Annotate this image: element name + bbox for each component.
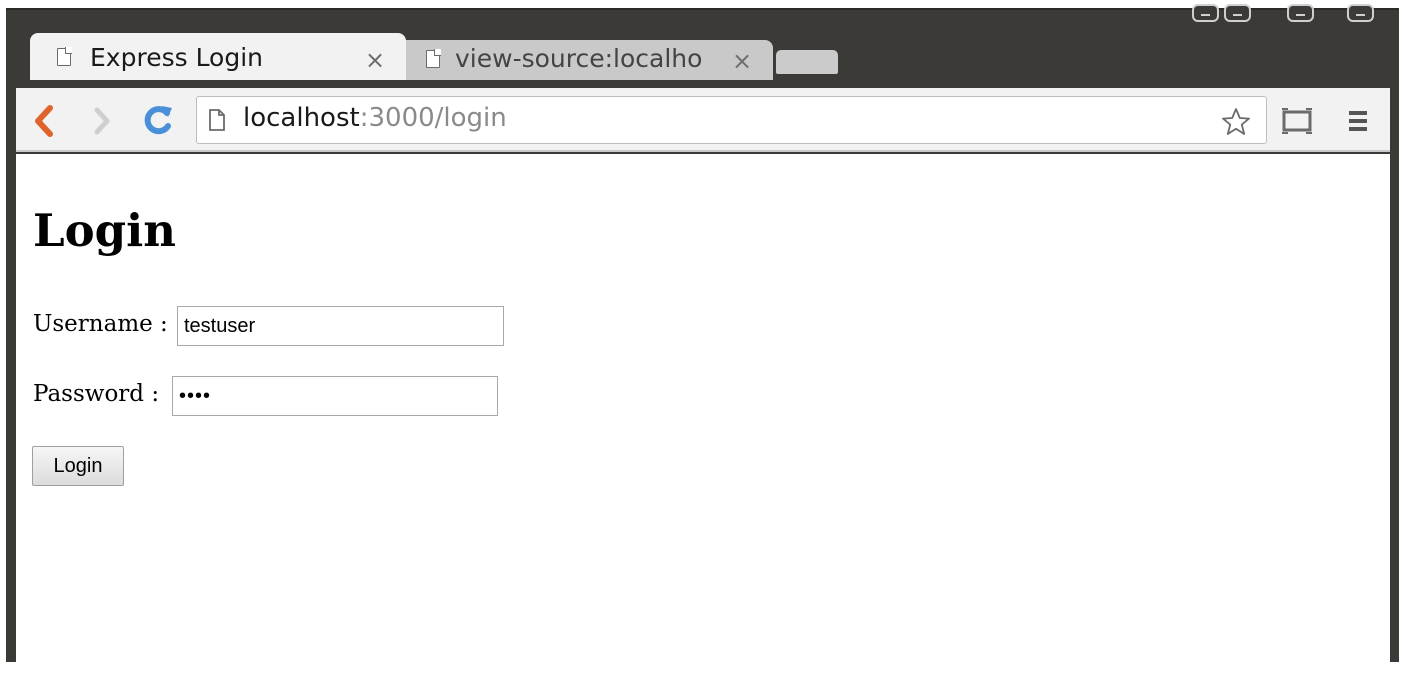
star-icon[interactable] xyxy=(1220,106,1252,138)
password-label: Password : xyxy=(33,381,160,407)
username-input[interactable] xyxy=(177,306,504,346)
tab-view-source[interactable]: view-source:localho × xyxy=(399,40,773,80)
forward-arrow-icon[interactable] xyxy=(90,106,114,136)
tab-title: Express Login xyxy=(90,43,264,72)
window-minimize-button[interactable] xyxy=(1192,4,1219,22)
url-host: localhost xyxy=(243,103,360,133)
window-minimize2-button[interactable] xyxy=(1224,4,1251,22)
url-path: :3000/login xyxy=(359,103,507,133)
new-tab-button[interactable] xyxy=(776,50,838,74)
page-icon xyxy=(57,47,72,66)
window-close-button[interactable] xyxy=(1347,4,1374,22)
window-maximize-button[interactable] xyxy=(1287,4,1314,22)
bottom-margin xyxy=(0,662,1405,682)
username-label: Username : xyxy=(33,311,168,337)
url-text[interactable]: localhost:3000/login xyxy=(243,103,507,133)
page-title: Login xyxy=(33,204,176,257)
tab-close-icon[interactable]: × xyxy=(732,49,752,73)
back-arrow-icon[interactable] xyxy=(30,104,58,138)
page-icon xyxy=(209,109,225,131)
login-button[interactable]: Login xyxy=(32,446,124,486)
reload-icon[interactable] xyxy=(140,102,176,138)
page-icon xyxy=(426,49,441,68)
tab-express-login[interactable]: Express Login × xyxy=(30,33,406,80)
page-content: Login Username : Password : Login xyxy=(16,154,1390,662)
tab-close-icon[interactable]: × xyxy=(365,48,385,72)
hamburger-menu-icon[interactable] xyxy=(1346,108,1370,134)
password-input[interactable] xyxy=(172,376,498,416)
tab-title: view-source:localho xyxy=(455,44,703,73)
cast-icon[interactable] xyxy=(1280,106,1314,136)
